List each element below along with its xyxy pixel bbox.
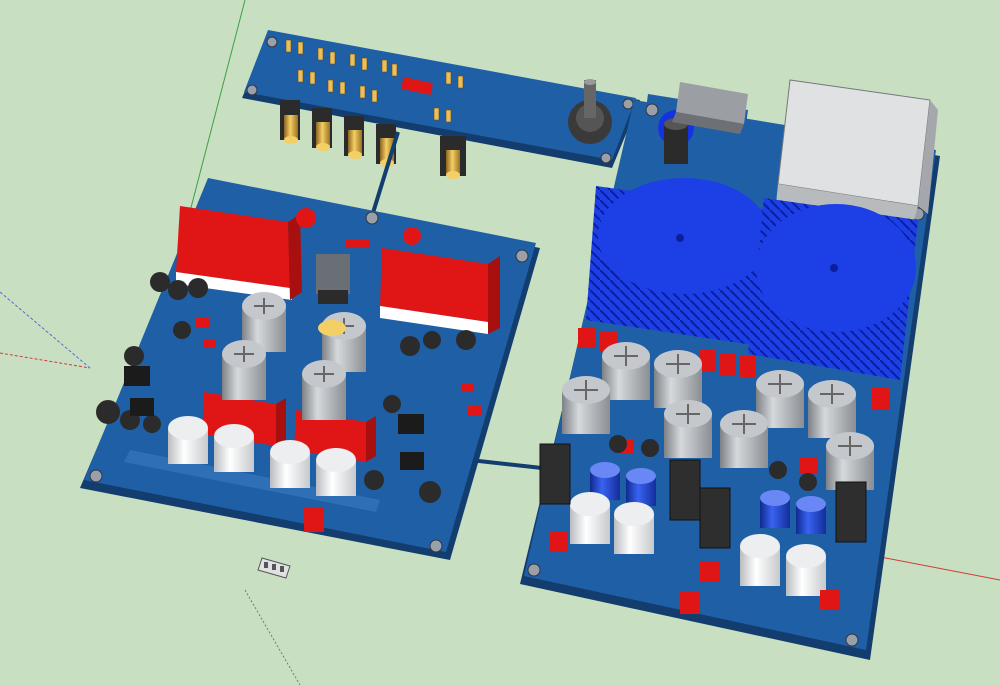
mount-hole xyxy=(515,249,529,263)
electrolytic-capacitor xyxy=(826,432,874,490)
mount-hole xyxy=(845,633,859,647)
transformer xyxy=(586,178,770,346)
white-capacitor xyxy=(786,544,826,596)
blue-capacitor xyxy=(796,496,826,534)
pcb-3d-model-view xyxy=(0,0,1000,685)
preamp-board[interactable] xyxy=(80,178,540,560)
white-capacitor xyxy=(570,492,610,544)
electrolytic-capacitor xyxy=(562,376,610,434)
mount-hole xyxy=(600,152,612,164)
axis-blue-line xyxy=(0,291,91,369)
white-capacitor xyxy=(740,534,780,586)
rca-jack xyxy=(440,136,466,179)
electrolytic-capacitor xyxy=(808,380,856,438)
electrolytic-capacitor xyxy=(222,340,266,400)
power-supply-board[interactable] xyxy=(520,79,940,660)
loose-connector[interactable] xyxy=(257,557,291,579)
electrolytic-capacitor xyxy=(664,400,712,458)
transformer xyxy=(748,198,918,380)
white-capacitor xyxy=(214,424,254,472)
mount-hole xyxy=(527,563,541,577)
mount-hole xyxy=(266,36,278,48)
electrolytic-capacitor xyxy=(302,360,346,420)
white-capacitor xyxy=(270,440,310,488)
rca-jack xyxy=(312,108,332,151)
white-capacitor xyxy=(316,448,356,496)
mount-hole xyxy=(645,103,659,117)
mount-hole xyxy=(622,98,634,110)
axis-red-line xyxy=(0,352,91,369)
axis-red-line-2 xyxy=(869,554,1000,581)
white-capacitor xyxy=(168,416,208,464)
mount-hole xyxy=(89,469,103,483)
io-board[interactable] xyxy=(242,30,640,179)
white-capacitor xyxy=(614,502,654,554)
mount-hole xyxy=(246,84,258,96)
electrolytic-capacitor xyxy=(720,410,768,468)
axis-green-line-2 xyxy=(244,589,301,685)
rca-jack xyxy=(280,100,300,144)
rca-jack xyxy=(344,116,364,159)
blue-capacitor xyxy=(626,468,656,506)
mount-hole xyxy=(429,539,443,553)
electrolytic-capacitor xyxy=(654,350,702,408)
mount-hole xyxy=(365,211,379,225)
blue-capacitor xyxy=(760,490,790,528)
